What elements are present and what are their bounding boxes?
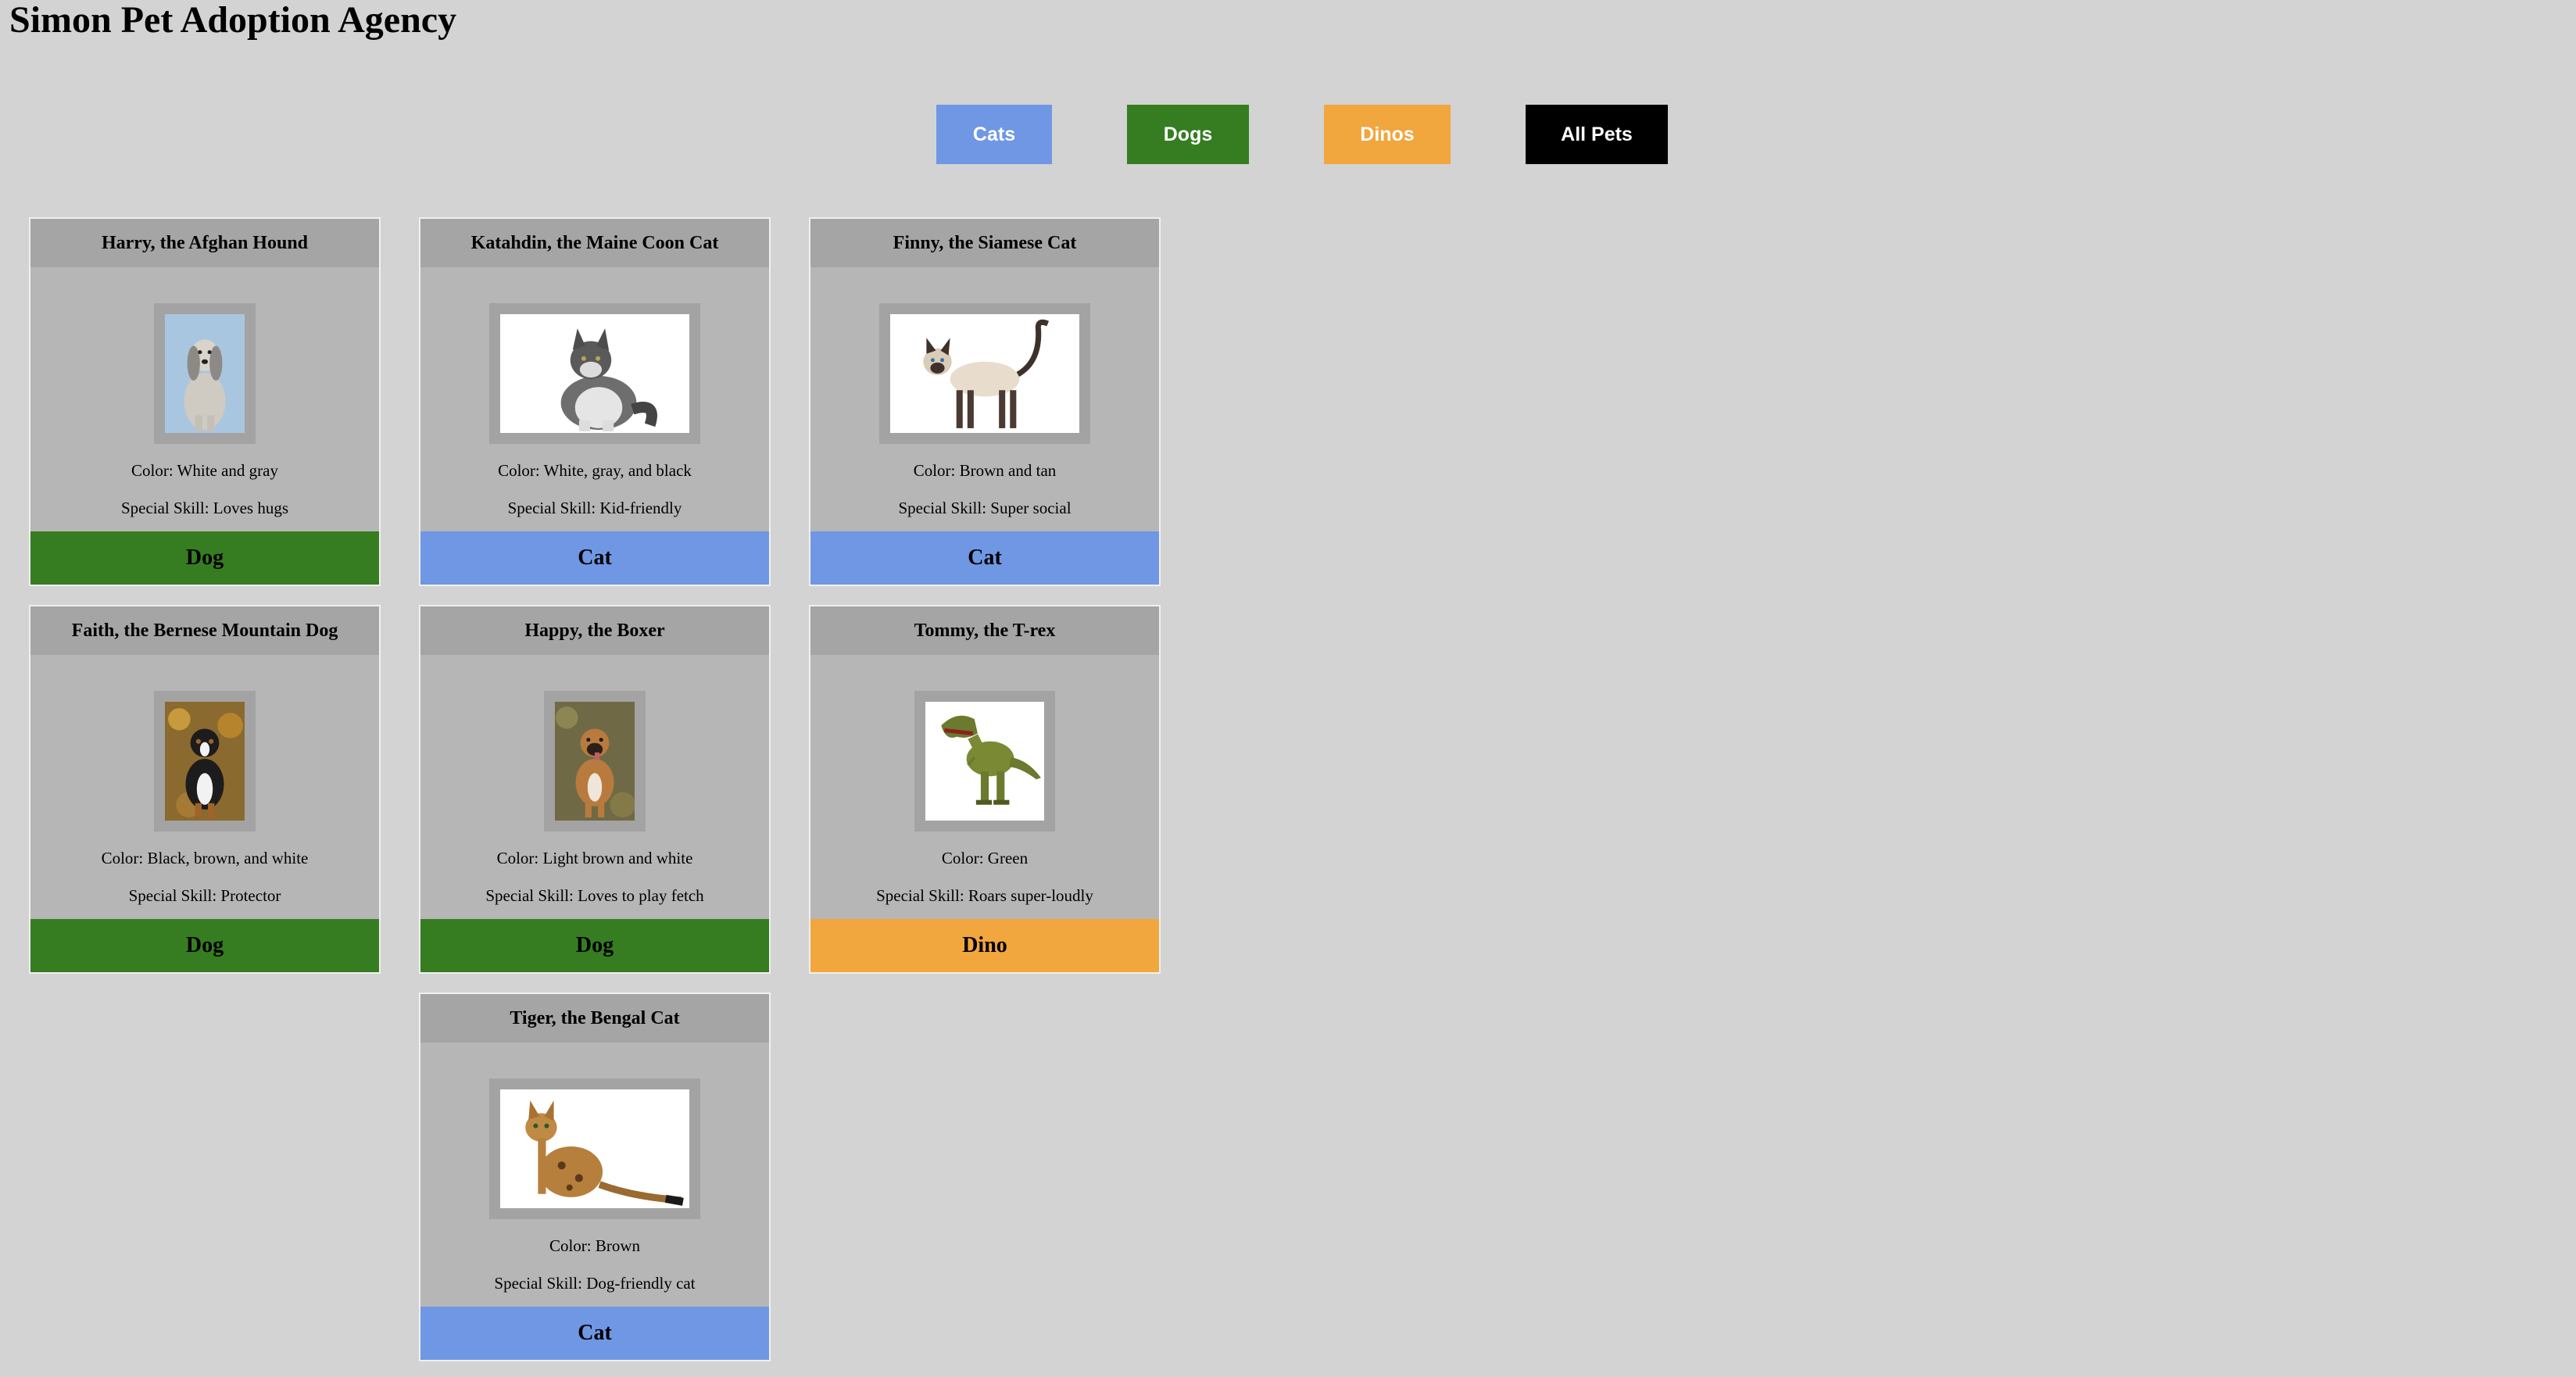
pet-photo-frame [544, 691, 646, 832]
pet-card-katahdin: Katahdin, the Maine Coon Cat Color: Whit… [419, 217, 771, 586]
pet-photo-frame [154, 691, 256, 832]
pet-photo-frame [879, 303, 1090, 444]
pet-color: Color: Green [941, 849, 1029, 867]
pet-name: Tiger, the Bengal Cat [420, 994, 769, 1043]
pet-skill: Special Skill: Loves to play fetch [485, 886, 704, 905]
pet-color: Color: White, gray, and black [498, 461, 692, 480]
page: Simon Pet Adoption Agency Cats Dogs Dino… [0, 0, 2576, 1377]
pet-type-banner: Dino [810, 919, 1159, 972]
pet-color: Color: Brown and tan [913, 461, 1057, 480]
pet-name: Tommy, the T-rex [810, 606, 1159, 655]
pet-photo-frame [154, 303, 256, 444]
pet-type-banner: Cat [810, 531, 1159, 585]
pet-card-faith: Faith, the Bernese Mountain Dog Color: B… [29, 605, 381, 974]
maine-coon-cat-photo [500, 314, 689, 433]
pet-name: Harry, the Afghan Hound [30, 219, 379, 267]
pet-photo-frame [914, 691, 1055, 832]
pet-card-harry: Harry, the Afghan Hound Color: White and… [29, 217, 381, 586]
dinos-filter-button[interactable]: Dinos [1324, 105, 1451, 164]
siamese-cat-photo [890, 314, 1079, 433]
pet-color: Color: Brown [549, 1236, 641, 1255]
pet-color: Color: Black, brown, and white [101, 849, 309, 867]
dogs-filter-button[interactable]: Dogs [1127, 105, 1249, 164]
pet-card-finny: Finny, the Siamese Cat Color: Brown and … [809, 217, 1161, 586]
pet-skill: Special Skill: Loves hugs [120, 499, 289, 517]
pet-photo-frame [489, 1078, 700, 1219]
pet-skill: Special Skill: Kid-friendly [507, 499, 682, 517]
pet-type-banner: Cat [420, 531, 769, 585]
pet-skill: Special Skill: Super social [898, 499, 1072, 517]
bernese-mountain-dog-photo [165, 702, 245, 821]
pet-card-tommy: Tommy, the T-rex Color: Green Special Sk… [809, 605, 1161, 974]
pet-photo-frame [489, 303, 700, 444]
page-title: Simon Pet Adoption Agency [9, 0, 457, 41]
pet-type-banner: Dog [30, 919, 379, 972]
pet-card-happy: Happy, the Boxer Color: Light brown and … [419, 605, 771, 974]
pet-skill: Special Skill: Protector [128, 886, 281, 905]
cats-filter-button[interactable]: Cats [936, 105, 1052, 164]
pet-card-tiger: Tiger, the Bengal Cat Color: Brown Speci… [419, 993, 771, 1361]
pet-name: Finny, the Siamese Cat [810, 219, 1159, 267]
pet-name: Katahdin, the Maine Coon Cat [420, 219, 769, 267]
pet-skill: Special Skill: Roars super-loudly [876, 886, 1093, 905]
pet-name: Faith, the Bernese Mountain Dog [30, 606, 379, 655]
pet-color: Color: Light brown and white [496, 849, 693, 867]
bengal-cat-photo [500, 1089, 689, 1208]
pet-type-banner: Cat [420, 1307, 769, 1360]
pet-skill: Special Skill: Dog-friendly cat [494, 1274, 696, 1293]
afghan-hound-photo [165, 314, 245, 433]
boxer-dog-photo [555, 702, 635, 821]
pet-color: Color: White and gray [131, 461, 278, 480]
pet-name: Happy, the Boxer [420, 606, 769, 655]
pet-type-banner: Dog [30, 531, 379, 585]
all-pets-filter-button[interactable]: All Pets [1526, 105, 1668, 164]
t-rex-photo [925, 702, 1044, 821]
pet-type-banner: Dog [420, 919, 769, 972]
